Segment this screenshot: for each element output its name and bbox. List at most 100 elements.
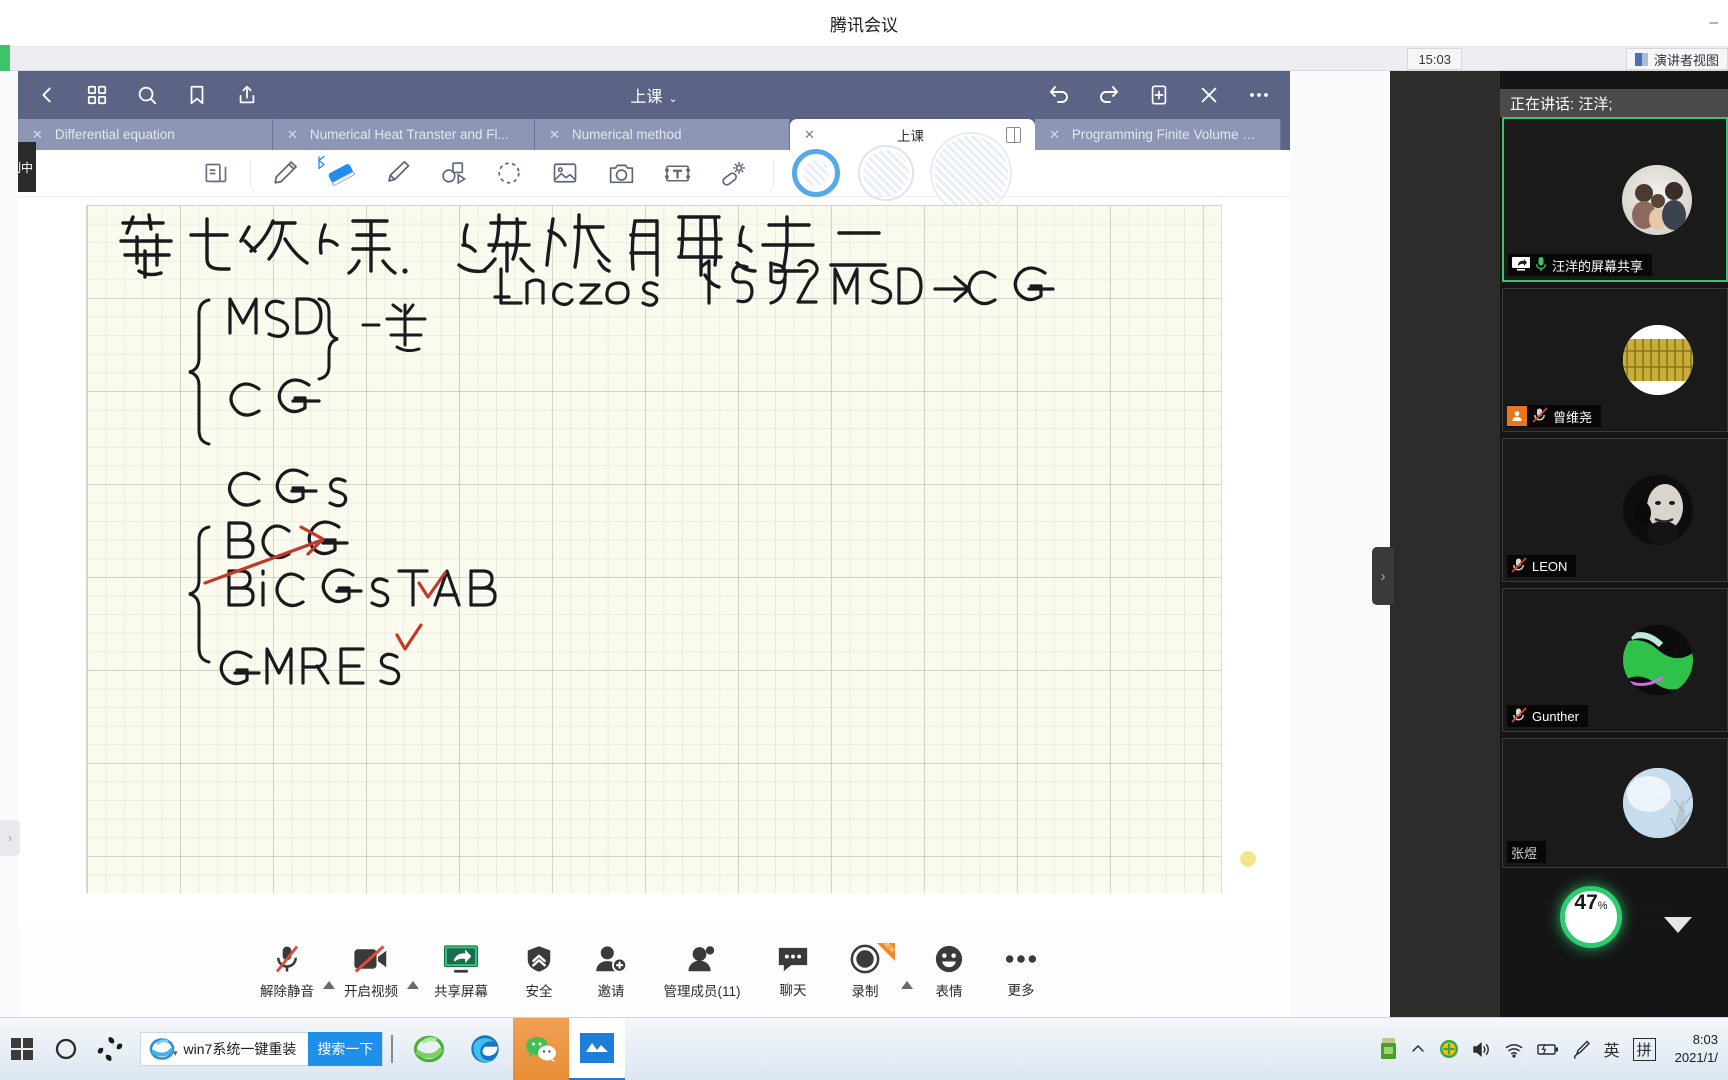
bookmark-icon[interactable]: [184, 82, 210, 108]
volume-icon[interactable]: [1472, 1041, 1491, 1058]
redo-icon[interactable]: [1096, 82, 1122, 108]
mic-muted-icon: [1511, 556, 1527, 576]
taskbar-app-tencent-meeting[interactable]: [569, 1017, 626, 1080]
video-tile-zhangyu[interactable]: 张煜: [1502, 738, 1728, 868]
meeting-control-bar: 解除静音 开启视频 共享屏幕 安全 邀请 管理成员(11) 聊天 录制 NEW …: [18, 851, 1290, 1017]
tool-divider-2: [773, 160, 774, 186]
highlighter-icon[interactable]: [369, 150, 425, 197]
record-options-caret[interactable]: [901, 981, 913, 989]
video-tile-leon[interactable]: LEON: [1502, 438, 1728, 582]
image-icon[interactable]: [537, 150, 593, 197]
internet-explorer-icon: [141, 1036, 175, 1062]
upload-speed: 1.4K/s: [1639, 901, 1671, 914]
minimize-button[interactable]: –: [1710, 14, 1718, 31]
more-button[interactable]: 更多: [985, 937, 1057, 1007]
note-canvas[interactable]: [86, 205, 1222, 893]
video-options-caret[interactable]: [407, 981, 419, 989]
ime-english-icon[interactable]: 英: [1604, 1037, 1620, 1061]
chat-button[interactable]: 聊天: [757, 937, 829, 1007]
split-view-icon[interactable]: [1006, 126, 1021, 143]
participant-name-badge: 汪洋的屏幕共享: [1508, 254, 1653, 276]
page-layout-icon[interactable]: [188, 150, 244, 197]
start-video-button[interactable]: 开启视频: [335, 937, 407, 1007]
tab-close-icon[interactable]: ✕: [287, 127, 298, 143]
brush-size-large[interactable]: [930, 132, 1012, 214]
download-speed: 49K/s: [1639, 919, 1668, 931]
emoji-button[interactable]: 表情: [913, 937, 985, 1007]
new-badge: NEW: [877, 939, 896, 961]
video-tile-gunther[interactable]: Gunther: [1502, 588, 1728, 732]
eraser-icon[interactable]: [313, 150, 369, 197]
record-button[interactable]: 录制 NEW: [829, 937, 901, 1007]
taskbar-app-wechat[interactable]: [513, 1017, 570, 1080]
tab-close-icon[interactable]: ✕: [32, 127, 43, 143]
security-button[interactable]: 安全: [503, 937, 575, 1007]
participant-name-badge: Gunther: [1507, 705, 1588, 727]
tab-numerical-method[interactable]: ✕ Numerical method: [535, 119, 790, 150]
share-screen-label: 共享屏幕: [434, 984, 488, 999]
search-icon[interactable]: [134, 82, 160, 108]
tab-close-icon[interactable]: ✕: [804, 127, 815, 143]
participant-name: 曾维尧: [1553, 409, 1593, 425]
network-speeds: ↑ 1.4K/s ↓ 49K/s: [1630, 899, 1671, 934]
add-page-icon[interactable]: [1146, 82, 1172, 108]
ie-search-box[interactable]: ▾ win7系统一键重装 搜索一下: [140, 1032, 384, 1066]
back-icon[interactable]: [34, 82, 60, 108]
network-speed-widget[interactable]: 47% ↑ 1.4K/s ↓ 49K/s: [1548, 880, 1728, 954]
brush-size-medium[interactable]: [858, 145, 914, 201]
new-badge-text: NEW: [880, 939, 896, 955]
document-title-text: 上课: [630, 89, 663, 106]
undo-icon[interactable]: [1046, 82, 1072, 108]
taskbar-clock[interactable]: 8:03 2021/1/: [1669, 1031, 1718, 1066]
share-icon[interactable]: [234, 82, 260, 108]
tab-differential-equation[interactable]: ✕ Differential equation: [18, 119, 273, 150]
taskbar-app-microsoft-edge[interactable]: [457, 1018, 513, 1080]
avatar: [1623, 325, 1693, 395]
recording-badge: 制中: [18, 142, 36, 192]
tab-numerical-heat-transfer[interactable]: ✕ Numerical Heat Transter and Fl...: [273, 119, 535, 150]
pen-tray-icon[interactable]: [1573, 1039, 1591, 1059]
tab-label: Numerical Heat Transter and Fl...: [309, 127, 509, 142]
video-participants-sidebar: 正在讲话: 汪洋; 汪洋的屏幕共享 曾维尧 LEON Gunther 张煜 › …: [1372, 71, 1728, 1017]
shapes-icon[interactable]: [425, 150, 481, 197]
speaker-view-button[interactable]: 演讲者视图: [1625, 48, 1728, 70]
video-tile-screenshare[interactable]: 汪洋的屏幕共享: [1502, 117, 1728, 282]
antivirus-icon[interactable]: [1439, 1039, 1459, 1059]
usb-drive-icon[interactable]: [1380, 1038, 1397, 1060]
pen-icon[interactable]: [257, 150, 313, 197]
video-tile-zengweiyao[interactable]: 曾维尧: [1502, 288, 1728, 432]
grid-icon[interactable]: [84, 82, 110, 108]
show-hidden-icons-chevron[interactable]: [1410, 1041, 1426, 1057]
cortana-circle-icon[interactable]: [44, 1018, 88, 1080]
battery-icon[interactable]: [1536, 1042, 1560, 1057]
close-icon[interactable]: [1196, 82, 1222, 108]
sidebar-expand-handle[interactable]: ›: [0, 820, 20, 856]
lasso-select-icon[interactable]: [481, 150, 537, 197]
more-icon[interactable]: [1246, 82, 1272, 108]
camera-icon[interactable]: [593, 150, 649, 197]
tool-divider: [250, 160, 251, 186]
wifi-icon[interactable]: [1504, 1041, 1524, 1058]
audio-options-caret[interactable]: [323, 981, 335, 989]
manage-members-button[interactable]: 管理成员(11): [647, 937, 757, 1007]
share-screen-button[interactable]: 共享屏幕: [419, 937, 503, 1007]
sidebar-collapse-arrow[interactable]: ›: [1372, 547, 1394, 605]
tab-programming-finite-volume[interactable]: ✕ Programming Finite Volume Met...: [1035, 119, 1281, 150]
avatar: [1623, 768, 1693, 838]
text-box-icon[interactable]: [649, 150, 705, 197]
magic-wand-icon[interactable]: [705, 150, 761, 197]
screen-share-subbar: [0, 47, 1728, 71]
chevron-down-icon: ⌄: [668, 93, 678, 105]
unmute-button[interactable]: 解除静音: [251, 937, 323, 1007]
ime-pinyin-icon[interactable]: 拼: [1632, 1037, 1656, 1061]
task-view-icon[interactable]: [88, 1018, 132, 1080]
ie-search-button[interactable]: 搜索一下: [308, 1032, 383, 1066]
brush-size-small[interactable]: [792, 149, 840, 197]
tab-close-icon[interactable]: ✕: [549, 127, 560, 143]
taskbar-app-internet-explorer[interactable]: [401, 1018, 457, 1080]
ie-search-input[interactable]: win7系统一键重装: [178, 1039, 309, 1059]
windows-start-icon[interactable]: [0, 1018, 44, 1080]
system-tray: 英 拼 8:03 2021/1/: [1380, 1031, 1728, 1066]
tab-close-icon[interactable]: ✕: [1049, 127, 1060, 143]
invite-button[interactable]: 邀请: [575, 937, 647, 1007]
